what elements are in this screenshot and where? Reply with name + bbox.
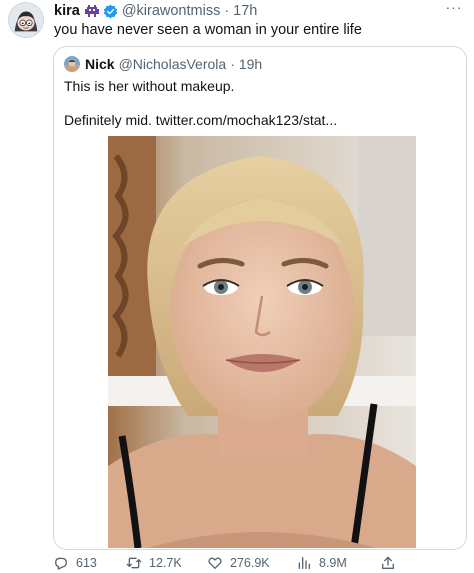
tweet-text: you have never seen a woman in your enti… xyxy=(54,22,362,38)
retweet-count: 12.7K xyxy=(149,556,182,570)
quoted-tweet[interactable]: Nick @NicholasVerola · 19h This is her w… xyxy=(53,46,467,550)
author-name[interactable]: kira xyxy=(54,3,80,19)
views-button[interactable]: 8.9M xyxy=(296,554,347,572)
quoted-tweet-header: Nick @NicholasVerola · 19h xyxy=(64,55,262,73)
quoted-author-avatar xyxy=(64,56,80,72)
quoted-separator-dot: · xyxy=(230,56,235,72)
like-button[interactable]: 276.9K xyxy=(207,554,270,572)
reply-button[interactable]: 613 xyxy=(53,554,97,572)
share-icon xyxy=(382,556,394,569)
verified-badge-icon xyxy=(103,4,118,19)
views-bar-chart-icon xyxy=(298,557,310,569)
quoted-tweet-photo[interactable] xyxy=(108,136,416,548)
quoted-tweet-text-line-2[interactable]: Definitely mid. twitter.com/mochak123/st… xyxy=(64,111,337,129)
tweet-actions-bar: 613 12.7K 276.9K 8.9M xyxy=(50,554,470,573)
heart-icon xyxy=(208,557,222,569)
author-avatar[interactable] xyxy=(8,2,44,38)
quoted-author-handle: @NicholasVerola xyxy=(118,56,227,72)
tweet-header: kira @kirawontmiss · 17h xyxy=(54,2,257,20)
quoted-tweet-text-line-1: This is her without makeup. xyxy=(64,78,235,94)
quoted-timestamp: 19h xyxy=(238,56,263,72)
retweet-button[interactable]: 12.7K xyxy=(126,554,182,572)
separator-dot: · xyxy=(224,3,230,19)
share-button[interactable] xyxy=(380,554,403,572)
tweet[interactable]: kira @kirawontmiss · 17h ··· you have ne… xyxy=(0,0,474,573)
like-count: 276.9K xyxy=(230,556,270,570)
reply-icon xyxy=(55,557,67,570)
quoted-author-name: Nick xyxy=(85,56,115,72)
author-handle[interactable]: @kirawontmiss xyxy=(122,3,221,19)
views-count: 8.9M xyxy=(319,556,347,570)
more-options-icon[interactable]: ··· xyxy=(444,0,464,14)
alien-monster-emoji-icon xyxy=(84,4,100,18)
reply-count: 613 xyxy=(76,556,97,570)
tweet-timestamp[interactable]: 17h xyxy=(233,3,257,19)
retweet-icon xyxy=(126,557,142,569)
